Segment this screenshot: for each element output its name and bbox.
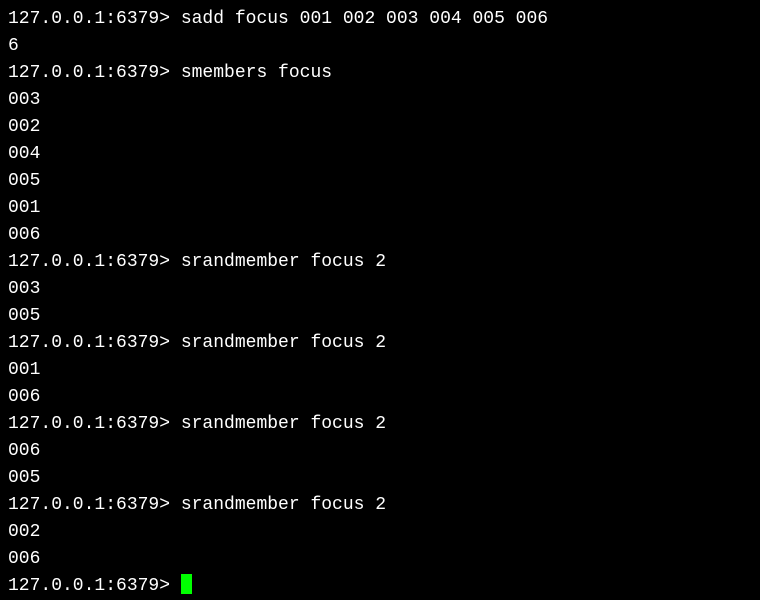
output-line: 6 [8, 33, 752, 60]
output-line: 003 [8, 87, 752, 114]
output-line: 003 [8, 276, 752, 303]
cursor [181, 574, 192, 594]
output-line: 001 [8, 357, 752, 384]
current-prompt-line[interactable]: 127.0.0.1:6379> [8, 573, 752, 600]
output-line: 002 [8, 519, 752, 546]
prompt: 127.0.0.1:6379> [8, 414, 181, 434]
command-text: srandmember focus 2 [181, 252, 386, 272]
prompt: 127.0.0.1:6379> [8, 576, 181, 596]
output-line: 006 [8, 222, 752, 249]
output-line: 005 [8, 465, 752, 492]
terminal[interactable]: 127.0.0.1:6379> sadd focus 001 002 003 0… [8, 6, 752, 600]
command-text: sadd focus 001 002 003 004 005 006 [181, 9, 548, 29]
prompt: 127.0.0.1:6379> [8, 63, 181, 83]
prompt: 127.0.0.1:6379> [8, 9, 181, 29]
command-text: smembers focus [181, 63, 332, 83]
command-text: srandmember focus 2 [181, 495, 386, 515]
output-line: 005 [8, 303, 752, 330]
output-line: 001 [8, 195, 752, 222]
prompt: 127.0.0.1:6379> [8, 252, 181, 272]
output-line: 004 [8, 141, 752, 168]
command-line: 127.0.0.1:6379> srandmember focus 2 [8, 330, 752, 357]
command-line: 127.0.0.1:6379> sadd focus 001 002 003 0… [8, 6, 752, 33]
command-text: srandmember focus 2 [181, 333, 386, 353]
command-text: srandmember focus 2 [181, 414, 386, 434]
output-line: 006 [8, 384, 752, 411]
output-line: 006 [8, 546, 752, 573]
command-line: 127.0.0.1:6379> srandmember focus 2 [8, 249, 752, 276]
output-line: 006 [8, 438, 752, 465]
prompt: 127.0.0.1:6379> [8, 333, 181, 353]
command-line: 127.0.0.1:6379> srandmember focus 2 [8, 411, 752, 438]
command-line: 127.0.0.1:6379> smembers focus [8, 60, 752, 87]
output-line: 002 [8, 114, 752, 141]
output-line: 005 [8, 168, 752, 195]
command-line: 127.0.0.1:6379> srandmember focus 2 [8, 492, 752, 519]
prompt: 127.0.0.1:6379> [8, 495, 181, 515]
